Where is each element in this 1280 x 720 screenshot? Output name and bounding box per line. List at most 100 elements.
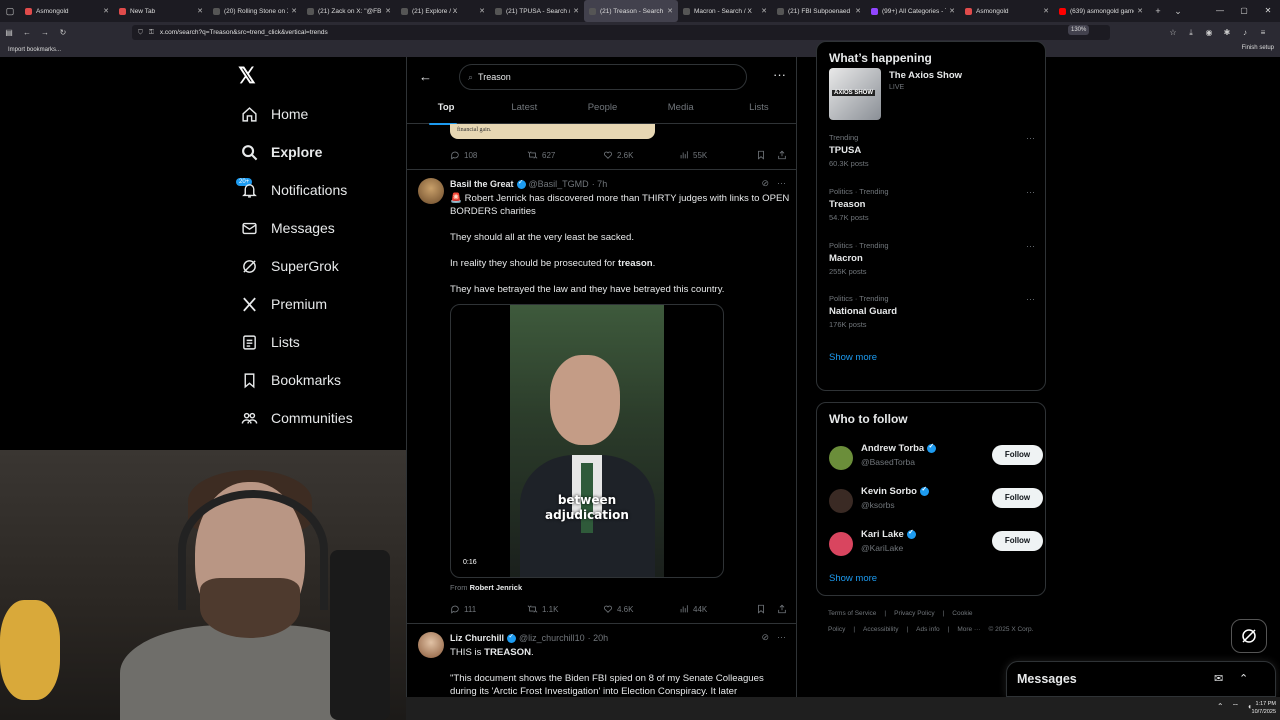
tab-lists[interactable]: Lists — [720, 98, 796, 123]
grok-icon[interactable]: ⊘ — [761, 632, 769, 643]
nav-item-supergrok[interactable]: SuperGrok — [240, 251, 339, 281]
search-input[interactable]: ⌕ Treason — [459, 64, 747, 90]
star-icon[interactable]: ☆ — [1164, 28, 1182, 37]
share-icon[interactable] — [777, 150, 787, 160]
tweet-video[interactable]: between adjudication 0:16 — [450, 304, 724, 578]
tweet-time[interactable]: · 7h — [592, 179, 608, 189]
browser-tab[interactable]: (99+) All Categories - Tw ✕ — [866, 0, 960, 22]
follow-button[interactable]: Follow — [992, 531, 1043, 551]
footer-link[interactable]: Accessibility — [863, 626, 898, 633]
more-icon[interactable]: ··· — [1026, 187, 1035, 197]
forward-icon[interactable]: → — [36, 28, 54, 37]
browser-tab[interactable]: Asmongold ✕ — [960, 0, 1054, 22]
new-tab-button[interactable]: + — [1148, 6, 1168, 16]
sound-icon[interactable]: ♪ — [1236, 28, 1254, 37]
reload-icon[interactable]: ↻ — [54, 28, 72, 37]
menu-icon[interactable]: ≡ — [1254, 28, 1272, 37]
show-thumbnail[interactable]: AXIOS SHOW — [829, 68, 881, 120]
follow-suggestion[interactable]: Kevin Sorbo @ksorbs Follow — [829, 485, 1043, 520]
avatar[interactable] — [418, 632, 444, 658]
more-icon[interactable]: ··· — [1026, 133, 1035, 143]
browser-tab[interactable]: New Tab ✕ — [114, 0, 208, 22]
finish-setup-link[interactable]: Finish setup — [1242, 45, 1274, 51]
tweet-time[interactable]: · 20h — [588, 633, 609, 643]
nav-item-lists[interactable]: Lists — [240, 327, 300, 357]
more-icon[interactable]: ··· — [1026, 294, 1035, 304]
previous-tweet-card[interactable]: financial gain. — [450, 124, 655, 139]
browser-tab[interactable]: Macron - Search / X ✕ — [678, 0, 772, 22]
browser-tab[interactable]: (639) asmongold gamer ✕ — [1054, 0, 1148, 22]
browser-tab[interactable]: (21) Zack on X: "@FBIDi✕ — [302, 0, 396, 22]
repost-button[interactable]: 627 — [527, 150, 555, 160]
follow-suggestion[interactable]: Kari Lake @KariLake Follow — [829, 528, 1043, 563]
tab-people[interactable]: People — [563, 98, 641, 123]
browser-tab[interactable]: Asmongold ✕ — [20, 0, 114, 22]
browser-tab[interactable]: (21) Explore / X ✕ — [396, 0, 490, 22]
expand-chevron-icon[interactable]: ⌃ — [1239, 672, 1248, 685]
share-icon[interactable] — [777, 604, 787, 614]
nav-item-bookmarks[interactable]: Bookmarks — [240, 365, 341, 395]
tab-latest[interactable]: Latest — [485, 98, 563, 123]
minimize-button[interactable]: — — [1208, 0, 1232, 22]
trend-item[interactable]: Politics · Trending Macron 255K posts ··· — [829, 241, 1039, 276]
reply-button[interactable]: 111 — [450, 604, 476, 614]
follow-button[interactable]: Follow — [992, 488, 1043, 508]
like-button[interactable]: 2.6K — [603, 150, 633, 160]
footer-link[interactable]: Privacy Policy — [894, 610, 934, 617]
more-icon[interactable]: ··· — [777, 632, 786, 643]
nav-item-premium[interactable]: Premium — [240, 289, 327, 319]
follow-suggestion[interactable]: Andrew Torba @BasedTorba Follow — [829, 442, 1043, 477]
footer-link[interactable]: More ··· — [957, 626, 980, 633]
browser-tab[interactable]: (21) Treason - Search / X✕ — [584, 0, 678, 22]
close-tab-icon[interactable]: ✕ — [291, 7, 297, 15]
taskbar-clock[interactable]: 1:17 PM 10/7/2025 — [1252, 700, 1276, 716]
import-bookmarks-link[interactable]: Import bookmarks... — [8, 47, 61, 53]
like-button[interactable]: 4.6K — [603, 604, 633, 614]
download-icon[interactable]: ⤓ — [1182, 28, 1200, 38]
bookmark-icon[interactable] — [756, 604, 766, 614]
back-arrow-icon[interactable]: ← — [419, 69, 432, 84]
more-options-icon[interactable]: ··· — [773, 67, 786, 82]
extension-icon[interactable]: ✱ — [1218, 28, 1236, 37]
close-tab-icon[interactable]: ✕ — [1043, 7, 1049, 15]
avatar[interactable] — [418, 178, 444, 204]
close-tab-icon[interactable]: ✕ — [855, 7, 861, 15]
close-tab-icon[interactable]: ✕ — [103, 7, 109, 15]
trend-item[interactable]: Trending TPUSA 60.3K posts ··· — [829, 133, 1039, 168]
show-title[interactable]: The Axios Show — [889, 70, 962, 81]
messages-drawer[interactable]: Messages ✉ ⌃ — [1006, 661, 1276, 697]
close-tab-icon[interactable]: ✕ — [667, 7, 673, 15]
footer-link[interactable]: Terms of Service — [828, 610, 876, 617]
avatar[interactable] — [829, 532, 853, 556]
compose-message-icon[interactable]: ✉ — [1214, 672, 1223, 685]
browser-tab[interactable]: (20) Rolling Stone on X: ✕ — [208, 0, 302, 22]
sidebar-icon[interactable]: ▤ — [0, 28, 18, 37]
tab-list-chevron-icon[interactable]: ⌄ — [1168, 6, 1188, 17]
trend-item[interactable]: Politics · Trending National Guard 176K po… — [829, 294, 1039, 329]
browser-tab[interactable]: (21) TPUSA - Search / X ✕ — [490, 0, 584, 22]
bookmark-icon[interactable] — [756, 150, 766, 160]
author-name[interactable]: Liz Churchill — [450, 633, 504, 643]
close-window-button[interactable]: ✕ — [1256, 0, 1280, 22]
browser-tab[interactable]: (21) FBI Subpoenaed Eig✕ — [772, 0, 866, 22]
footer-link[interactable]: Ads info — [916, 626, 940, 633]
more-icon[interactable]: ··· — [1026, 241, 1035, 251]
close-tab-icon[interactable]: ✕ — [949, 7, 955, 15]
close-tab-icon[interactable]: ✕ — [385, 7, 391, 15]
nav-item-notifications[interactable]: Notifications — [240, 175, 347, 205]
maximize-button[interactable]: ▢ — [1232, 0, 1256, 22]
author-name[interactable]: Basil the Great — [450, 179, 514, 189]
views-button[interactable]: 44K — [679, 604, 707, 614]
close-tab-icon[interactable]: ✕ — [761, 7, 767, 15]
tab-top[interactable]: Top — [407, 98, 485, 125]
url-bar[interactable]: ⛉ ⚿ x.com/search?q=Treason&src=trend_cli… — [132, 25, 1110, 40]
views-button[interactable]: 55K — [679, 150, 707, 160]
avatar[interactable] — [829, 446, 853, 470]
repost-button[interactable]: 1.1K — [527, 604, 558, 614]
nav-item-home[interactable]: Home — [240, 99, 308, 129]
tab-media[interactable]: Media — [642, 98, 720, 123]
nav-item-communities[interactable]: Communities — [240, 403, 353, 433]
author-handle[interactable]: @Basil_TGMD — [529, 179, 589, 189]
close-tab-icon[interactable]: ✕ — [1137, 7, 1143, 15]
back-icon[interactable]: ← — [18, 28, 36, 37]
